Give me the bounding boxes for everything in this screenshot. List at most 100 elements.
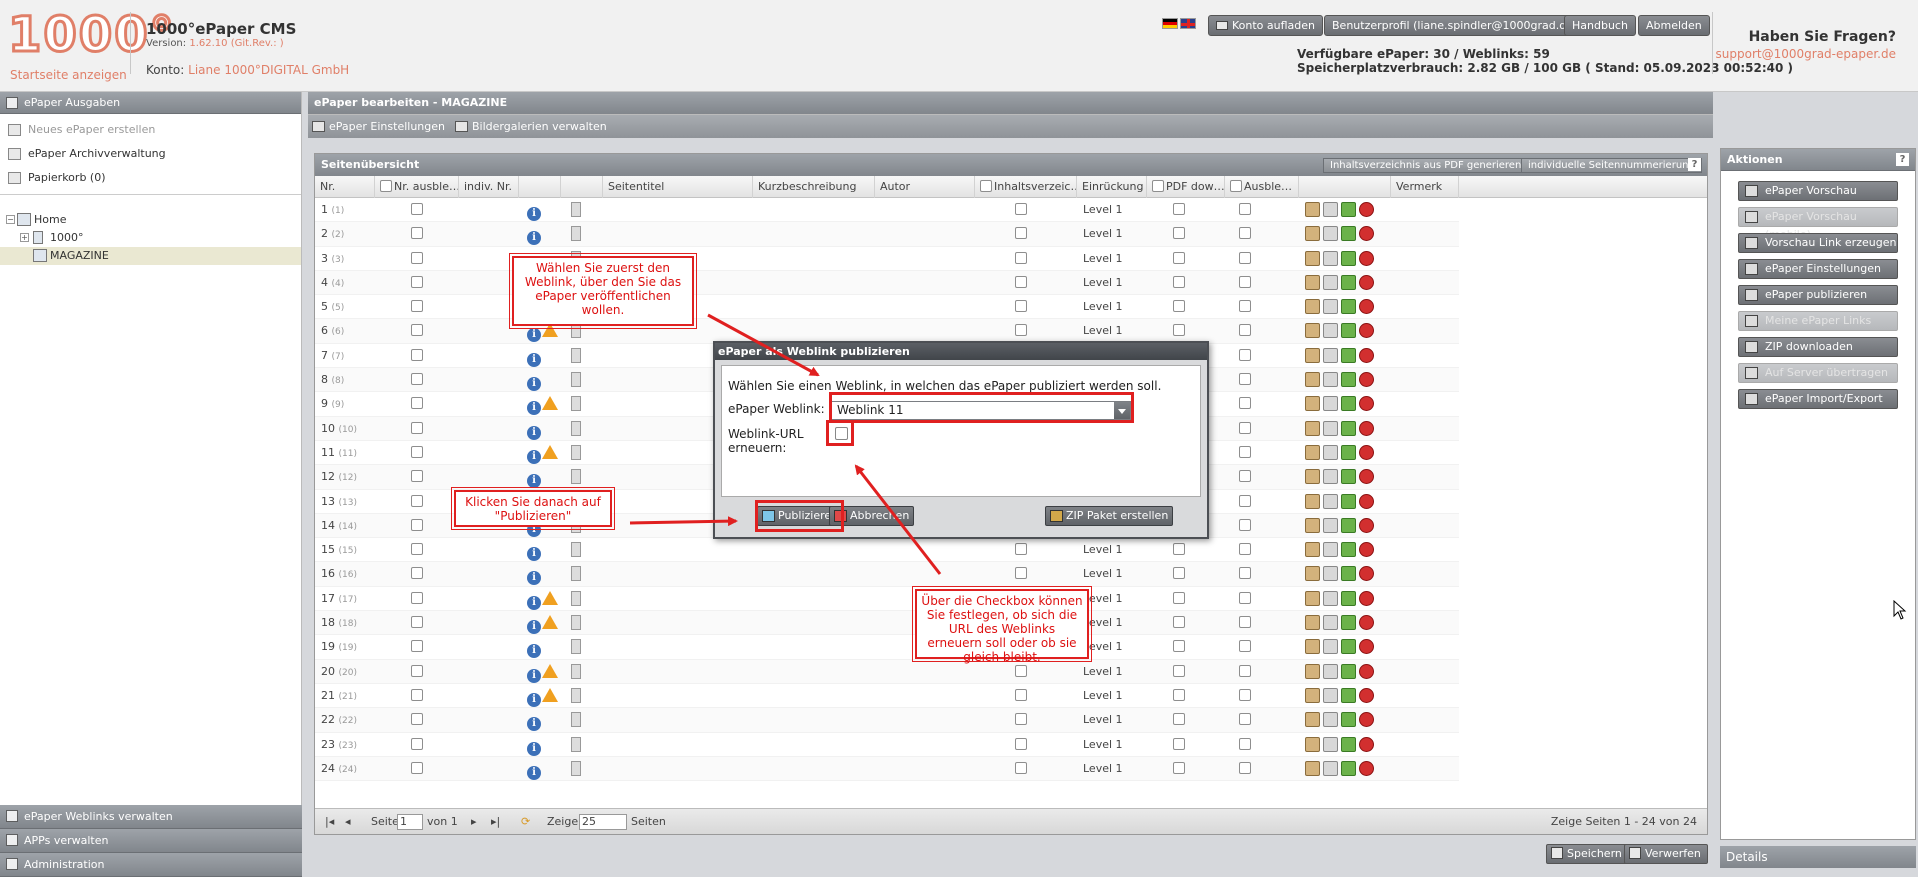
edit-page-icon[interactable] [1305,542,1320,558]
copy-page-icon[interactable] [1323,323,1338,339]
row-pdf-download-checkbox[interactable] [1173,227,1185,240]
copy-page-icon[interactable] [1323,542,1338,558]
page-thumbnail[interactable] [571,444,581,460]
row-nr-ausblenden-checkbox[interactable] [411,567,423,580]
weblinks-verwalten-header[interactable]: ePaper Weblinks verwalten [0,805,302,829]
row-pdf-download-checkbox[interactable] [1173,688,1185,701]
row-ausblenden-checkbox[interactable] [1239,543,1251,556]
row-pdf-download[interactable] [1173,222,1187,246]
row-pdf-download[interactable] [1173,660,1187,684]
row-ausblenden-checkbox[interactable] [1239,227,1251,240]
row-thumbnail[interactable] [571,733,581,757]
info-icon[interactable]: i [527,425,541,440]
row-nr-ausblenden-checkbox[interactable] [411,227,423,240]
edit-page-icon[interactable] [1305,323,1320,339]
flag-uk-icon[interactable] [1180,18,1196,29]
info-icon[interactable]: i [527,692,541,707]
copy-page-icon[interactable] [1323,566,1338,582]
row-nr-ausblenden[interactable] [411,344,425,368]
row-inhaltsverzeichnis-checkbox[interactable] [1015,203,1027,215]
row-pdf-download[interactable] [1173,587,1187,611]
row-nr-ausblenden[interactable] [411,660,425,684]
row-pdf-download[interactable] [1173,757,1187,781]
row-ausblenden[interactable] [1239,611,1253,635]
page-thumbnail[interactable] [571,687,581,703]
row-einrueckung[interactable]: Level 1 [1083,708,1123,732]
table-row[interactable]: 20 (20) i Level 1 [315,659,1459,684]
last-page-icon[interactable]: ▸| [491,809,500,835]
page-thumbnail[interactable] [571,736,581,752]
delete-page-icon[interactable] [1359,469,1374,485]
info-icon[interactable]: i [527,328,541,343]
row-nr-ausblenden-checkbox[interactable] [411,688,423,701]
first-page-icon[interactable]: |◂ [325,809,334,835]
row-ausblenden[interactable] [1239,587,1253,611]
page-thumbnail[interactable] [571,590,581,606]
delete-page-icon[interactable] [1359,420,1374,436]
row-inhaltsverzeichnis-checkbox[interactable] [1015,251,1027,264]
delete-page-icon[interactable] [1359,250,1374,266]
delete-page-icon[interactable] [1359,202,1374,217]
row-nr-ausblenden-checkbox[interactable] [411,203,423,215]
row-inhaltsverzeichnis[interactable] [1015,247,1029,271]
row-inhaltsverzeichnis-checkbox[interactable] [1015,567,1027,580]
edit-page-icon[interactable] [1305,566,1320,582]
row-info[interactable]: i [527,757,541,781]
col-nr[interactable]: Nr. [315,176,375,198]
page-thumbnail[interactable] [571,469,581,485]
delete-page-icon[interactable] [1359,517,1374,533]
row-info[interactable]: i [527,635,541,659]
page-thumbnail[interactable] [571,760,581,776]
copy-page-icon[interactable] [1323,517,1338,533]
table-row[interactable]: 15 (15) i Level 1 [315,538,1459,563]
row-ausblenden-checkbox[interactable] [1239,664,1251,677]
row-pdf-download-checkbox[interactable] [1173,664,1185,677]
col-ausblenden[interactable]: Ausble… [1225,176,1299,198]
row-info[interactable]: i [527,587,558,611]
info-icon[interactable]: i [527,595,541,610]
row-nr-ausblenden-checkbox[interactable] [411,251,423,264]
copy-page-icon[interactable] [1323,372,1338,388]
info-icon[interactable]: i [527,620,541,635]
row-einrueckung[interactable]: Level 1 [1083,198,1123,222]
row-ausblenden-checkbox[interactable] [1239,348,1251,361]
brand-logo[interactable]: 1000° [7,9,176,62]
row-ausblenden-checkbox[interactable] [1239,324,1251,337]
page-thumbnail[interactable] [571,639,581,655]
row-pdf-download[interactable] [1173,562,1187,586]
copy-page-icon[interactable] [1323,736,1338,752]
add-page-icon[interactable] [1341,517,1356,533]
row-inhaltsverzeichnis-checkbox[interactable] [1015,324,1027,337]
copy-page-icon[interactable] [1323,250,1338,266]
row-pdf-download[interactable] [1173,684,1187,708]
row-info[interactable]: i [527,733,541,757]
row-pdf-download[interactable] [1173,198,1187,222]
row-ausblenden-checkbox[interactable] [1239,688,1251,701]
row-ausblenden[interactable] [1239,660,1253,684]
add-page-icon[interactable] [1341,760,1356,776]
row-thumbnail[interactable] [571,465,581,489]
edit-page-icon[interactable] [1305,663,1320,679]
row-pdf-download-checkbox[interactable] [1173,713,1185,726]
row-pdf-download[interactable] [1173,708,1187,732]
row-ausblenden-checkbox[interactable] [1239,445,1251,458]
row-einrueckung[interactable]: Level 1 [1083,222,1123,246]
edit-page-icon[interactable] [1305,444,1320,460]
konto-aufladen-button[interactable]: Konto aufladen [1208,15,1324,36]
table-row[interactable]: 1 (1) i Level 1 [315,198,1459,223]
row-nr-ausblenden[interactable] [411,222,425,246]
info-icon[interactable]: i [527,449,541,464]
page-thumbnail[interactable] [571,396,581,412]
delete-page-icon[interactable] [1359,542,1374,558]
edit-page-icon[interactable] [1305,396,1320,412]
row-pdf-download-checkbox[interactable] [1173,591,1185,604]
row-nr-ausblenden[interactable] [411,708,425,732]
edit-page-icon[interactable] [1305,493,1320,509]
row-nr-ausblenden[interactable] [411,198,425,222]
row-nr-ausblenden-checkbox[interactable] [411,543,423,556]
copy-page-icon[interactable] [1323,493,1338,509]
delete-page-icon[interactable] [1359,566,1374,582]
copy-page-icon[interactable] [1323,760,1338,776]
copy-page-icon[interactable] [1323,226,1338,242]
support-email-link[interactable]: support@1000grad-epaper.de [1716,47,1896,61]
